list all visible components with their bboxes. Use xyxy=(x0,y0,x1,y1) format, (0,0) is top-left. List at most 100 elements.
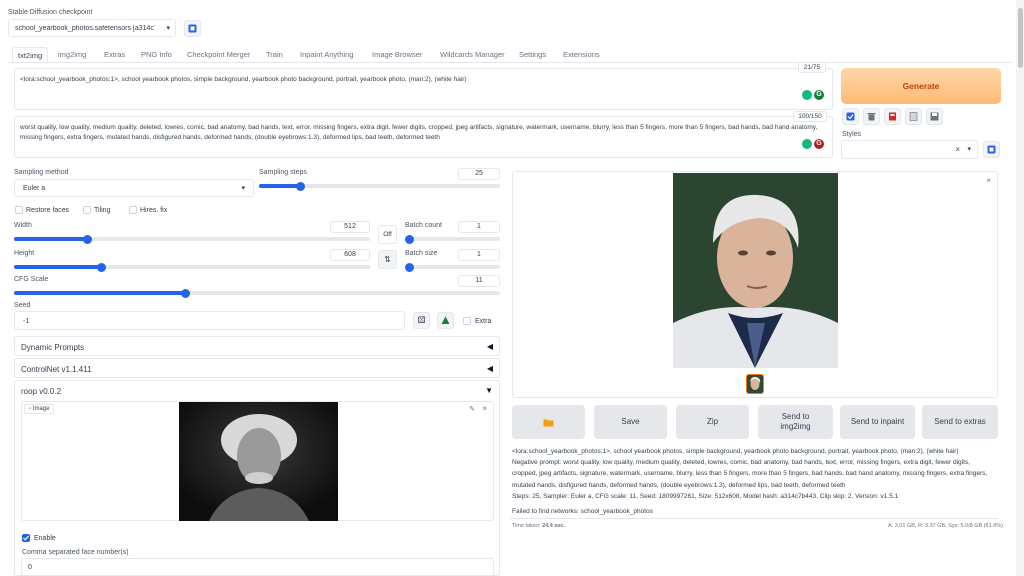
batch-count-input[interactable]: 1 xyxy=(458,221,500,233)
recycle-icon xyxy=(441,316,450,324)
caret-left-icon: ◀ xyxy=(486,364,493,373)
close-icon[interactable]: × xyxy=(482,404,487,413)
info-negative-prompt: Negative prompt: worst quality, low qual… xyxy=(512,459,970,466)
source-image-dropzone[interactable]: ▫ Image ✎ × xyxy=(21,401,494,521)
grammarly-icon[interactable]: G xyxy=(814,139,824,149)
time-taken: Time taken: 24.4 sec. xyxy=(512,523,565,529)
apply-style-button[interactable] xyxy=(905,108,922,125)
send-to-extras-button[interactable]: Send to extras xyxy=(922,405,998,439)
send-to-img2img-button[interactable]: Send to img2img xyxy=(758,405,833,439)
width-input[interactable]: 512 xyxy=(330,221,370,233)
swap-dimensions-button[interactable]: ⇅ xyxy=(378,250,397,269)
tab-train[interactable]: Train xyxy=(266,50,283,59)
refresh-styles-button[interactable] xyxy=(983,141,1000,158)
face-numbers-input[interactable]: 0 xyxy=(21,558,494,576)
caret-left-icon: ◀ xyxy=(486,342,493,351)
caret-down-icon[interactable]: ▼ xyxy=(485,386,493,395)
generate-label: Generate xyxy=(902,81,940,91)
clear-prompt-button[interactable] xyxy=(863,108,880,125)
tab-inpaint-anything[interactable]: Inpaint Anything xyxy=(300,50,353,59)
image-label: ▫ Image xyxy=(24,404,55,414)
styles-select[interactable]: × ▾ xyxy=(841,140,978,159)
edit-icon[interactable]: ✎ xyxy=(469,405,475,413)
thumbnail-portrait xyxy=(750,376,761,390)
sampling-steps-slider[interactable] xyxy=(259,181,500,191)
random-seed-button[interactable]: ⚄ xyxy=(413,312,430,329)
dice-icon: ⚄ xyxy=(417,315,426,325)
sampling-method-select[interactable]: Euler a ▾ xyxy=(14,179,254,197)
batch-size-slider[interactable] xyxy=(405,262,500,272)
negative-prompt-textarea[interactable]: worst quality, low quality, medium quali… xyxy=(14,116,833,158)
restore-faces-checkbox[interactable] xyxy=(15,206,23,214)
save-button[interactable]: Save xyxy=(594,405,667,439)
tab-extensions[interactable]: Extensions xyxy=(563,50,600,59)
tab-png-info[interactable]: PNG Info xyxy=(141,50,172,59)
hires-off-button[interactable]: Off xyxy=(378,225,397,244)
generated-image[interactable] xyxy=(673,173,838,368)
yearbook-portrait xyxy=(673,173,838,368)
grammarly-icon[interactable]: G xyxy=(814,90,824,100)
seed-input[interactable]: -1 xyxy=(14,311,405,330)
dynamic-prompts-title: Dynamic Prompts xyxy=(21,343,85,352)
refresh-checkpoint-button[interactable] xyxy=(184,20,201,37)
save-style-button[interactable] xyxy=(926,108,943,125)
sampling-method-value: Euler a xyxy=(23,185,46,192)
face-numbers-value: 0 xyxy=(28,564,32,571)
cfg-scale-slider[interactable] xyxy=(14,288,500,298)
cfg-scale-label: CFG Scale xyxy=(14,276,49,283)
send-to-inpaint-button[interactable]: Send to inpaint xyxy=(840,405,915,439)
info-divider xyxy=(510,518,998,519)
batch-size-label: Batch size xyxy=(405,250,438,257)
width-slider[interactable] xyxy=(14,234,370,244)
check-icon xyxy=(23,535,29,541)
clipboard-icon xyxy=(909,112,918,121)
width-label: Width xyxy=(14,222,32,229)
height-input[interactable]: 608 xyxy=(330,249,370,261)
tab-extras[interactable]: Extras xyxy=(104,50,125,59)
tab-wildcards-manager[interactable]: Wildcards Manager xyxy=(440,50,505,59)
enable-checkbox[interactable] xyxy=(22,534,30,542)
restore-faces-label: Restore faces xyxy=(26,207,70,214)
tab-settings[interactable]: Settings xyxy=(519,50,546,59)
sampling-steps-input[interactable]: 25 xyxy=(458,168,500,180)
scrollbar[interactable] xyxy=(1016,0,1024,576)
hires-fix-checkbox[interactable] xyxy=(129,206,137,214)
reuse-seed-button[interactable] xyxy=(437,312,454,329)
height-slider[interactable] xyxy=(14,262,370,272)
info-prompt: <lora:school_yearbook_photos:1>, school … xyxy=(512,448,959,455)
negative-prompt-text: worst quality, low quality, medium quali… xyxy=(20,124,818,141)
close-icon[interactable]: × xyxy=(986,176,991,185)
batch-size-input[interactable]: 1 xyxy=(458,249,500,261)
tiling-checkbox[interactable] xyxy=(83,206,91,214)
cfg-scale-input[interactable]: 11 xyxy=(458,275,500,287)
extra-seed-checkbox[interactable] xyxy=(463,317,471,325)
paste-icon[interactable] xyxy=(802,90,812,100)
dynamic-prompts-accordion[interactable]: Dynamic Prompts ◀ xyxy=(14,336,500,356)
roop-title: roop v0.0.2 xyxy=(21,387,62,396)
controlnet-accordion[interactable]: ControlNet v1.1.411 ◀ xyxy=(14,358,500,378)
generate-button[interactable]: Generate xyxy=(841,68,1001,104)
show-extra-networks-button[interactable] xyxy=(842,108,859,125)
styles-label: Styles xyxy=(842,131,862,138)
checkpoint-select[interactable]: school_yearbook_photos.safetensors [a314… xyxy=(8,19,176,37)
paste-icon[interactable] xyxy=(802,139,812,149)
clear-icon[interactable]: × xyxy=(955,145,960,154)
read-generation-params-button[interactable] xyxy=(884,108,901,125)
scrollbar-thumb[interactable] xyxy=(1017,8,1023,68)
prompt-textarea[interactable]: <lora:school_yearbook_photos:1>, school … xyxy=(14,68,833,110)
refresh-icon xyxy=(987,145,996,154)
tab-image-browser[interactable]: Image Browser xyxy=(372,50,422,59)
memory-usage: A: 3.01 GB, R: 3.37 GB, Sys: 5.0/8 GB (6… xyxy=(888,523,1003,529)
image-label-text: Image xyxy=(32,406,50,412)
gallery-thumbnail[interactable] xyxy=(746,374,764,394)
seed-value: -1 xyxy=(23,318,30,325)
sampling-method-label: Sampling method xyxy=(14,169,69,176)
tab-checkpoint-merger[interactable]: Checkpoint Merger xyxy=(187,50,250,59)
roop-panel: roop v0.0.2 ▼ ▫ Image ✎ × Enable Comma s… xyxy=(14,380,500,576)
tab-img2img[interactable]: img2img xyxy=(58,50,86,59)
batch-count-slider[interactable] xyxy=(405,234,500,244)
zip-button[interactable]: Zip xyxy=(676,405,749,439)
seed-label: Seed xyxy=(14,302,31,309)
open-folder-button[interactable] xyxy=(512,405,585,439)
book-icon xyxy=(889,112,896,121)
